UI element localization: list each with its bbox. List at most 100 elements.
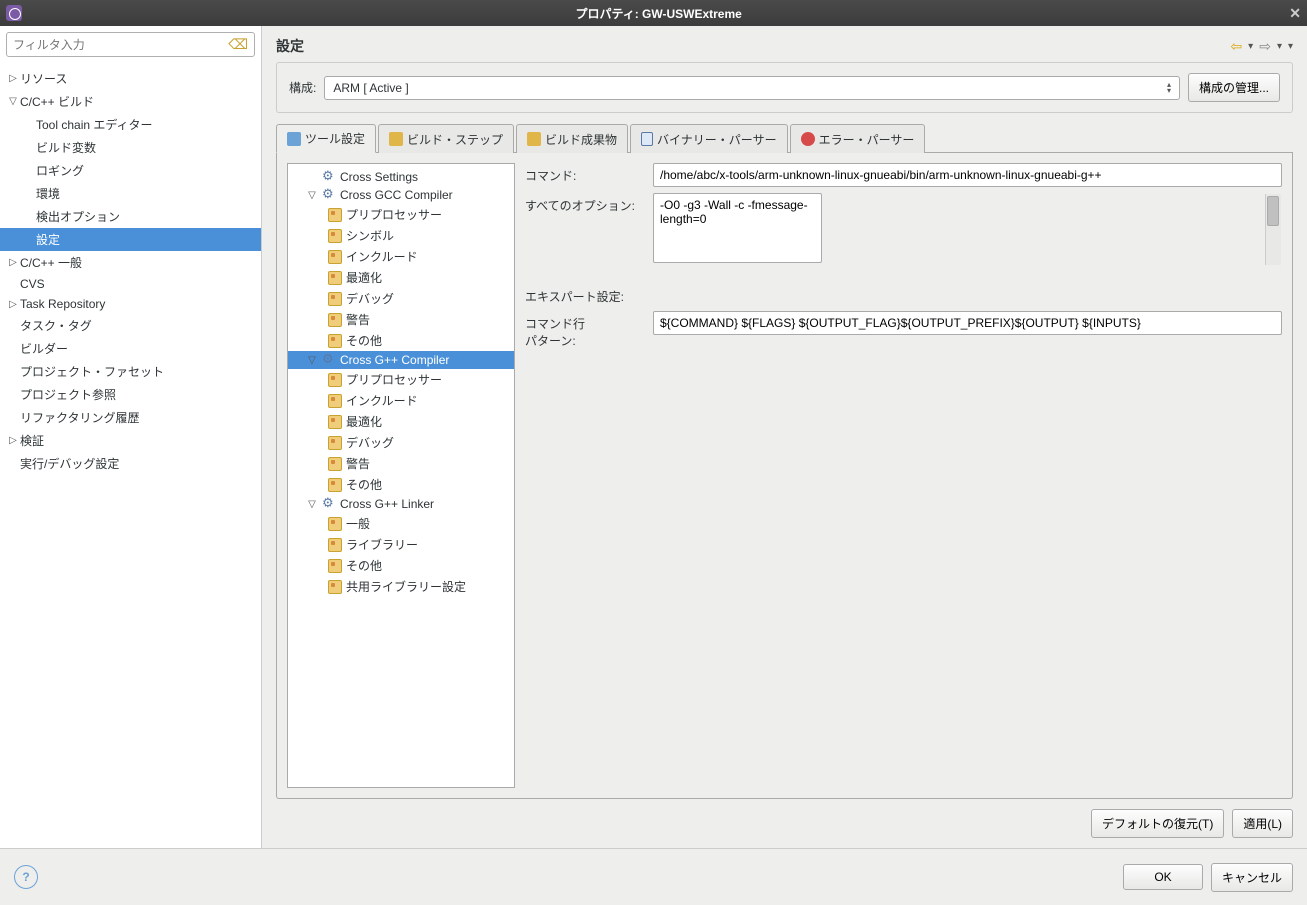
sidebar-item[interactable]: ▷ビルド変数: [0, 136, 261, 159]
sidebar-item[interactable]: ▷タスク・タグ: [0, 314, 261, 337]
sidebar-item[interactable]: ▷検証: [0, 429, 261, 452]
file-icon: [328, 373, 342, 387]
tool-tree-item-label: 警告: [346, 311, 370, 328]
tool-tree-item[interactable]: 共用ライブラリー設定: [288, 576, 514, 597]
sidebar-item-label: ロギング: [36, 162, 84, 179]
tool-tree-item[interactable]: Cross Settings: [288, 168, 514, 186]
tool-tree-item[interactable]: その他: [288, 555, 514, 576]
pattern-input[interactable]: [653, 311, 1282, 335]
sidebar-item[interactable]: ▷C/C++ 一般: [0, 251, 261, 274]
tool-tree-item-label: 一般: [346, 515, 370, 532]
restore-defaults-button[interactable]: デフォルトの復元(T): [1091, 809, 1224, 838]
tab[interactable]: ビルド成果物: [516, 124, 628, 153]
tool-tree-item-label: 最適化: [346, 269, 382, 286]
tree-arrow-icon[interactable]: ▷: [6, 257, 20, 268]
file-icon: [328, 559, 342, 573]
tab[interactable]: ビルド・ステップ: [378, 124, 514, 153]
sidebar-item[interactable]: ▷プロジェクト参照: [0, 383, 261, 406]
sidebar-item[interactable]: ▷Tool chain エディター: [0, 113, 261, 136]
spinner-icon[interactable]: ▴▾: [1167, 82, 1171, 94]
sidebar-item[interactable]: ▷環境: [0, 182, 261, 205]
tool-tree-item[interactable]: その他: [288, 474, 514, 495]
filter-input[interactable]: [13, 38, 228, 52]
tool-tree-item-label: インクルード: [346, 248, 418, 265]
tool-tree-item[interactable]: 最適化: [288, 411, 514, 432]
tool-tree-item[interactable]: その他: [288, 330, 514, 351]
sidebar-item-label: プロジェクト・ファセット: [20, 363, 164, 380]
tab-icon: [287, 132, 301, 146]
tool-tree-item[interactable]: ▽Cross G++ Linker: [288, 495, 514, 513]
file-icon: [328, 415, 342, 429]
tab-icon: [801, 132, 815, 146]
filter-input-wrap: ⌫: [6, 32, 255, 57]
tab[interactable]: エラー・パーサー: [790, 124, 926, 153]
tool-tree-item-label: デバッグ: [346, 290, 394, 307]
tool-tree-item[interactable]: シンボル: [288, 225, 514, 246]
file-icon: [328, 334, 342, 348]
tool-tree-item[interactable]: ▽Cross GCC Compiler: [288, 186, 514, 204]
sidebar-item-label: ビルダー: [20, 340, 68, 357]
forward-icon[interactable]: ⇨: [1259, 38, 1271, 55]
tab[interactable]: ツール設定: [276, 124, 376, 153]
back-menu-icon[interactable]: ▾: [1248, 41, 1253, 52]
sidebar-item[interactable]: ▷ロギング: [0, 159, 261, 182]
sidebar-item[interactable]: ▷Task Repository: [0, 294, 261, 314]
tree-arrow-icon[interactable]: ▽: [306, 499, 318, 510]
tool-tree-item[interactable]: プリプロセッサー: [288, 369, 514, 390]
tree-arrow-icon[interactable]: ▽: [6, 96, 20, 107]
tool-tree-item-label: Cross Settings: [340, 170, 418, 184]
command-input[interactable]: [653, 163, 1282, 187]
tree-arrow-icon[interactable]: ▽: [306, 355, 318, 366]
tool-tree-item-label: シンボル: [346, 227, 394, 244]
view-menu-icon[interactable]: ▾: [1288, 41, 1293, 52]
ok-button[interactable]: OK: [1123, 864, 1203, 890]
forward-menu-icon[interactable]: ▾: [1277, 41, 1282, 52]
tab[interactable]: バイナリー・パーサー: [630, 124, 788, 153]
manage-config-button[interactable]: 構成の管理...: [1188, 73, 1280, 102]
tool-tree-item[interactable]: 警告: [288, 309, 514, 330]
back-icon[interactable]: ⇦: [1230, 38, 1242, 55]
tool-tree-item[interactable]: インクルード: [288, 246, 514, 267]
sidebar-item[interactable]: ▷ビルダー: [0, 337, 261, 360]
tool-tree-item[interactable]: プリプロセッサー: [288, 204, 514, 225]
scrollbar-thumb[interactable]: [1267, 196, 1279, 226]
tree-arrow-icon[interactable]: ▷: [6, 73, 20, 84]
sidebar-item[interactable]: ▷プロジェクト・ファセット: [0, 360, 261, 383]
gear-icon: [322, 353, 336, 367]
sidebar-item-label: 実行/デバッグ設定: [20, 455, 119, 472]
sidebar-item[interactable]: ▷検出オプション: [0, 205, 261, 228]
apply-button[interactable]: 適用(L): [1232, 809, 1293, 838]
tool-tree-item[interactable]: デバッグ: [288, 432, 514, 453]
cancel-button[interactable]: キャンセル: [1211, 863, 1293, 892]
sidebar-item[interactable]: ▷リソース: [0, 67, 261, 90]
clear-filter-icon[interactable]: ⌫: [228, 36, 248, 53]
sidebar-item[interactable]: ▷リファクタリング履歴: [0, 406, 261, 429]
tool-tree-item[interactable]: インクルード: [288, 390, 514, 411]
sidebar-item[interactable]: ▷設定: [0, 228, 261, 251]
help-icon[interactable]: ?: [14, 865, 38, 889]
sidebar-item[interactable]: ▽C/C++ ビルド: [0, 90, 261, 113]
tree-arrow-icon[interactable]: ▷: [6, 299, 20, 310]
config-select[interactable]: ARM [ Active ] ▴▾: [324, 76, 1180, 100]
tree-arrow-icon[interactable]: ▷: [6, 435, 20, 446]
sidebar-item[interactable]: ▷CVS: [0, 274, 261, 294]
sidebar-item[interactable]: ▷実行/デバッグ設定: [0, 452, 261, 475]
file-icon: [328, 394, 342, 408]
tool-tree-item[interactable]: ▽Cross G++ Compiler: [288, 351, 514, 369]
tool-tree-item[interactable]: 警告: [288, 453, 514, 474]
tool-tree-item[interactable]: デバッグ: [288, 288, 514, 309]
tool-tree-item[interactable]: 最適化: [288, 267, 514, 288]
tool-tree-item-label: デバッグ: [346, 434, 394, 451]
scrollbar[interactable]: [1265, 194, 1281, 265]
tool-tree-item[interactable]: 一般: [288, 513, 514, 534]
tool-tree-item-label: インクルード: [346, 392, 418, 409]
all-options-textarea[interactable]: -O0 -g3 -Wall -c -fmessage-length=0: [653, 193, 822, 263]
file-icon: [328, 478, 342, 492]
gear-icon: [322, 170, 336, 184]
tab-label: バイナリー・パーサー: [657, 131, 777, 148]
tool-tree-item[interactable]: ライブラリー: [288, 534, 514, 555]
tab-icon: [389, 132, 403, 146]
tree-arrow-icon[interactable]: ▽: [306, 190, 318, 201]
close-icon[interactable]: ✕: [1289, 5, 1301, 22]
file-icon: [328, 457, 342, 471]
